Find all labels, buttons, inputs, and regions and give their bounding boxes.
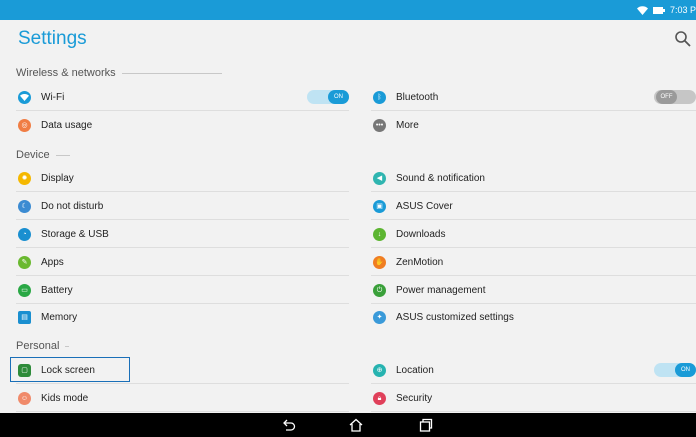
location-icon: ⊕	[373, 363, 386, 377]
setting-label: Sound & notification	[396, 172, 485, 184]
storage-icon: ◔	[18, 227, 31, 241]
back-icon[interactable]	[282, 418, 296, 432]
recents-icon[interactable]	[419, 418, 433, 432]
moon-icon: ☾	[18, 199, 31, 213]
setting-label: Power management	[396, 284, 486, 296]
more-icon: •••	[373, 118, 386, 132]
customize-icon: ✦	[373, 310, 386, 324]
setting-memory[interactable]: ▤ Memory	[16, 303, 349, 331]
page-title: Settings	[18, 28, 87, 49]
setting-zenmotion[interactable]: ✋ ZenMotion	[371, 248, 696, 276]
setting-asus-cover[interactable]: ▣ ASUS Cover	[371, 192, 696, 220]
setting-label: Lock screen	[41, 364, 95, 376]
setting-asus-customized[interactable]: ✦ ASUS customized settings	[371, 303, 696, 331]
setting-wifi[interactable]: Wi-Fi ON	[16, 83, 349, 111]
kids-mode-icon: ☺	[18, 391, 31, 405]
app-toolbar: Settings	[0, 20, 696, 62]
setting-apps[interactable]: ✎ Apps	[16, 248, 349, 276]
setting-label: ZenMotion	[396, 256, 444, 268]
setting-label: Battery	[41, 284, 73, 296]
section-header-wireless: Wireless & networks	[16, 64, 696, 82]
setting-label: ASUS customized settings	[396, 311, 514, 323]
section-header-personal: Personal	[16, 337, 696, 355]
bluetooth-toggle[interactable]: OFF	[654, 90, 696, 104]
setting-label: Apps	[41, 256, 64, 268]
setting-battery[interactable]: ▭ Battery	[16, 276, 349, 304]
row-divider	[16, 411, 349, 412]
setting-label: Wi-Fi	[41, 91, 65, 103]
setting-display[interactable]: ✹ Display	[16, 164, 349, 192]
display-icon: ✹	[18, 171, 31, 185]
toggle-state: ON	[675, 363, 696, 377]
section-label: Wireless & networks	[16, 67, 116, 79]
setting-label: Do not disturb	[41, 200, 104, 212]
download-icon: ↓	[373, 227, 386, 241]
home-icon[interactable]	[348, 418, 364, 432]
setting-label: Data usage	[41, 119, 93, 131]
setting-security[interactable]: 🔒︎ Security	[371, 384, 696, 412]
setting-bluetooth[interactable]: ᛒ Bluetooth OFF	[371, 83, 696, 111]
setting-label: Memory	[41, 311, 78, 323]
navigation-bar	[0, 413, 696, 437]
setting-label: Security	[396, 392, 433, 404]
power-icon: ⏻	[373, 283, 386, 297]
toggle-state: OFF	[656, 90, 677, 104]
status-bar: 7:03 P	[0, 0, 696, 20]
setting-kids-mode[interactable]: ☺ Kids mode	[16, 384, 349, 412]
status-time: 7:03 P	[669, 5, 696, 15]
section-divider	[121, 72, 222, 74]
setting-lock-screen[interactable]: ▢ Lock screen	[16, 356, 349, 384]
data-usage-icon: ◎	[18, 118, 31, 132]
location-toggle[interactable]: ON	[654, 363, 696, 377]
setting-power-management[interactable]: ⏻ Power management	[371, 276, 696, 304]
memory-icon: ▤	[18, 310, 31, 324]
cover-icon: ▣	[373, 199, 386, 213]
setting-location[interactable]: ⊕ Location ON	[371, 356, 696, 384]
row-divider	[371, 411, 696, 412]
section-header-device: Device	[16, 146, 696, 164]
wifi-icon	[18, 90, 31, 104]
search-icon[interactable]	[674, 30, 692, 48]
setting-label: Downloads	[396, 228, 446, 240]
setting-do-not-disturb[interactable]: ☾ Do not disturb	[16, 192, 349, 220]
setting-label: Kids mode	[41, 392, 89, 404]
setting-downloads[interactable]: ↓ Downloads	[371, 220, 696, 248]
section-divider	[65, 345, 70, 347]
status-icons: 7:03 P	[636, 0, 696, 20]
setting-label: Display	[41, 172, 74, 184]
setting-label: More	[396, 119, 419, 131]
bluetooth-icon: ᛒ	[373, 90, 386, 104]
apps-icon: ✎	[18, 255, 31, 269]
setting-label: Storage & USB	[41, 228, 109, 240]
section-label: Device	[16, 149, 50, 161]
setting-storage-usb[interactable]: ◔ Storage & USB	[16, 220, 349, 248]
lock-icon: 🔒︎	[373, 391, 386, 405]
gesture-icon: ✋	[373, 255, 386, 269]
setting-label: Location	[396, 364, 434, 376]
wifi-toggle[interactable]: ON	[307, 90, 349, 104]
section-label: Personal	[16, 340, 60, 352]
setting-label: ASUS Cover	[396, 200, 453, 212]
setting-sound-notification[interactable]: ◀ Sound & notification	[371, 164, 696, 192]
lock-screen-icon: ▢	[18, 363, 31, 377]
battery-icon	[652, 6, 665, 15]
toggle-state: ON	[328, 90, 349, 104]
wifi-signal-icon	[636, 5, 648, 15]
section-divider	[55, 154, 70, 156]
setting-label: Bluetooth	[396, 91, 439, 103]
setting-more[interactable]: ••• More	[371, 111, 696, 139]
battery-setting-icon: ▭	[18, 283, 31, 297]
sound-icon: ◀	[373, 171, 386, 185]
setting-data-usage[interactable]: ◎ Data usage	[16, 111, 349, 139]
